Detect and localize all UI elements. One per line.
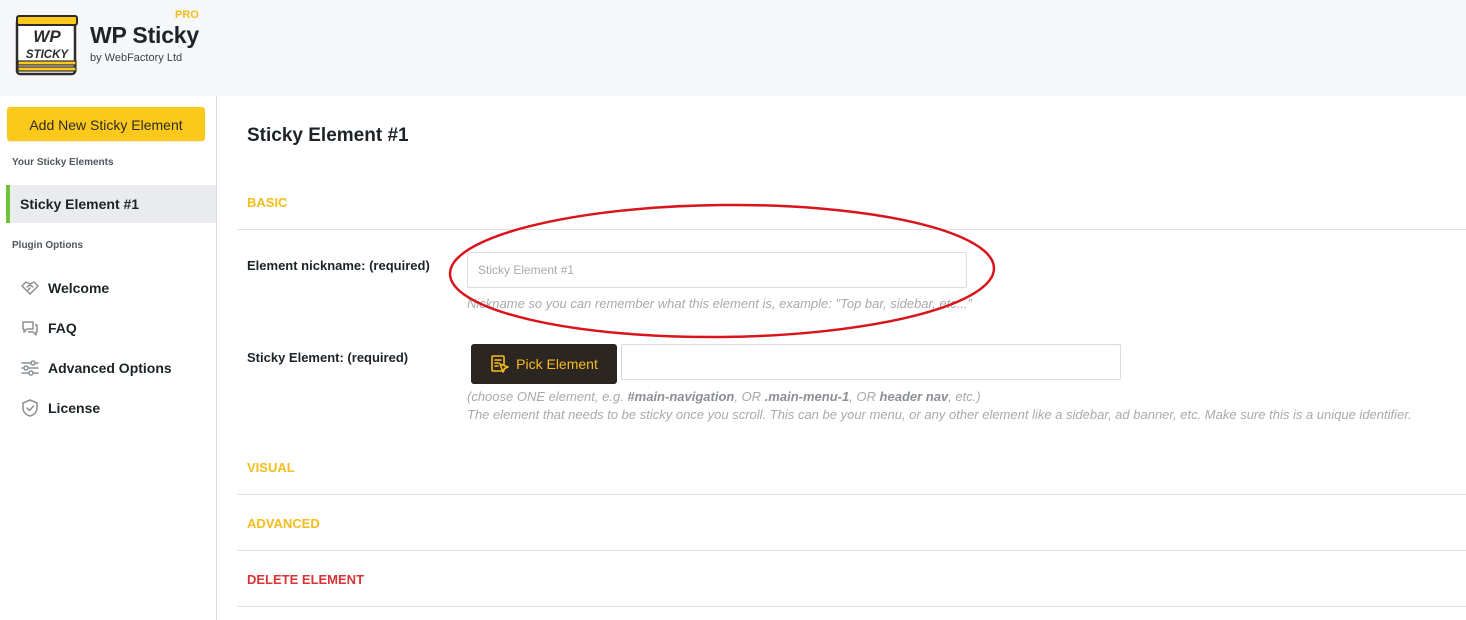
- sidebar-section-options: Plugin Options: [12, 240, 84, 251]
- handshake-icon: [20, 278, 40, 298]
- svg-text:STICKY: STICKY: [26, 49, 70, 61]
- selector-help-text: (choose ONE element, e.g. #main-navigati…: [467, 389, 981, 404]
- section-visual-toggle[interactable]: VISUAL: [247, 460, 295, 475]
- wp-sticky-logo: WP STICKY: [15, 15, 78, 76]
- pick-cursor-icon: [490, 354, 510, 374]
- section-advanced-toggle[interactable]: ADVANCED: [247, 516, 320, 531]
- sidebar-item-label: License: [48, 400, 101, 416]
- brand-byline: by WebFactory Ltd: [90, 52, 183, 64]
- sidebar-item-faq[interactable]: FAQ: [20, 316, 77, 340]
- nickname-help-text: Nickname so you can remember what this e…: [467, 296, 973, 311]
- sidebar-item-label: Advanced Options: [48, 360, 172, 376]
- sidebar: Add New Sticky Element Your Sticky Eleme…: [0, 96, 217, 620]
- divider: [237, 494, 1466, 495]
- brand-title: WP Sticky: [90, 22, 199, 48]
- sidebar-item-welcome[interactable]: Welcome: [20, 276, 109, 300]
- chat-bubbles-icon: [20, 318, 40, 338]
- page-title: Sticky Element #1: [247, 125, 409, 146]
- app-header: WP STICKY WP Sticky PRO by WebFactory Lt…: [0, 0, 1466, 96]
- svg-text:WP: WP: [33, 27, 61, 46]
- divider: [237, 229, 1466, 230]
- sliders-icon: [20, 358, 40, 378]
- sticky-element-selector-input[interactable]: [621, 344, 1121, 380]
- sidebar-item-advanced-options[interactable]: Advanced Options: [20, 356, 172, 380]
- pick-element-label: Pick Element: [516, 356, 598, 372]
- sidebar-item-license[interactable]: License: [20, 396, 100, 420]
- sidebar-item-sticky-element-1[interactable]: Sticky Element #1: [6, 185, 216, 223]
- example-selector: #main-navigation: [627, 389, 735, 404]
- section-basic-toggle[interactable]: BASIC: [247, 195, 287, 210]
- pick-element-button[interactable]: Pick Element: [471, 344, 617, 384]
- sticky-element-label: Sticky Element: (required): [247, 350, 409, 365]
- pro-badge: PRO: [175, 9, 199, 21]
- divider: [237, 550, 1466, 551]
- add-new-sticky-element-button[interactable]: Add New Sticky Element: [7, 107, 205, 141]
- shield-check-icon: [20, 398, 40, 418]
- selector-help-text-2: The element that needs to be sticky once…: [467, 407, 1412, 422]
- sidebar-item-label: FAQ: [48, 320, 77, 336]
- divider: [237, 606, 1466, 607]
- example-selector: header nav: [879, 389, 949, 404]
- sidebar-item-label: Welcome: [48, 280, 110, 296]
- sidebar-section-elements: Your Sticky Elements: [12, 157, 114, 168]
- delete-element-toggle[interactable]: DELETE ELEMENT: [247, 572, 364, 587]
- element-nickname-label: Element nickname: (required): [247, 258, 430, 273]
- example-selector: .main-menu-1: [764, 389, 850, 404]
- main-content: Sticky Element #1 BASIC Element nickname…: [217, 96, 1466, 620]
- element-nickname-input[interactable]: [467, 252, 967, 288]
